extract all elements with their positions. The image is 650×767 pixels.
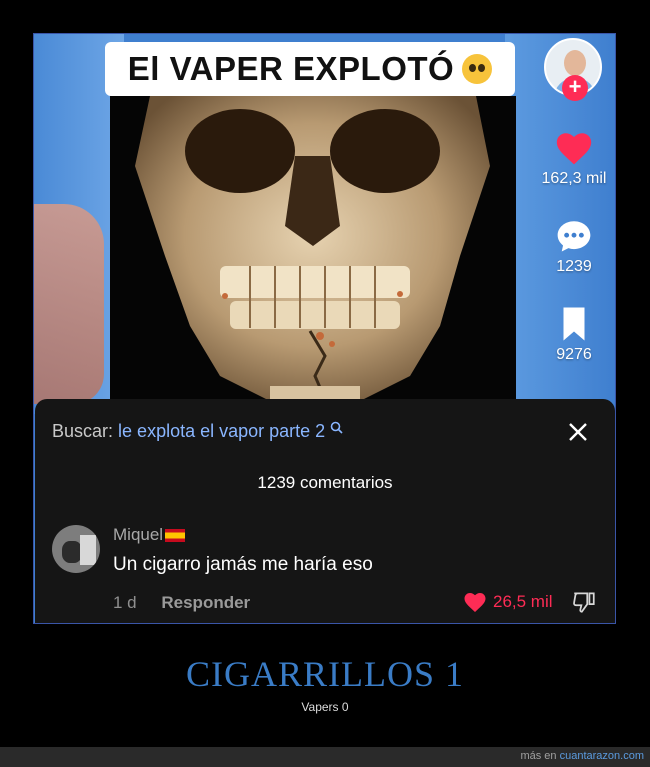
save-count: 9276: [556, 346, 592, 363]
search-query-link[interactable]: le explota el vapor parte 2: [118, 421, 325, 441]
meme-caption-subtitle: Vapers 0: [301, 700, 349, 714]
search-label: Buscar:: [52, 421, 114, 441]
background-hand: [34, 204, 104, 404]
like-count: 162,3 mil: [541, 170, 607, 187]
heart-icon: [556, 133, 592, 165]
search-suggestion[interactable]: Buscar: le explota el vapor parte 2: [52, 421, 344, 442]
comment-time: 1 d: [113, 593, 137, 612]
dislike-icon[interactable]: [571, 589, 597, 615]
like-button[interactable]: 162,3 mil: [534, 130, 614, 188]
meme-caption-title: CIGARRILLOS 1: [185, 654, 464, 694]
save-button[interactable]: 9276: [534, 306, 614, 364]
spain-flag-icon: [165, 529, 186, 543]
footer-credit: más en cuantarazon.com: [520, 750, 644, 762]
comment-author[interactable]: Miquel: [113, 525, 186, 545]
site-link[interactable]: cuantarazon.com: [560, 750, 644, 762]
commenter-avatar[interactable]: [52, 525, 100, 573]
comment-meta: 1 d Responder: [113, 593, 250, 613]
comment-count: 1239: [556, 258, 592, 275]
comment-bubble-icon: [557, 221, 591, 252]
pleading-face-emoji-icon: [462, 54, 493, 84]
video-title: El VAPER EXPLOTÓ: [127, 50, 455, 87]
skull-ct-scan-image: [110, 96, 516, 414]
comment-like-count: 26,5 mil: [493, 592, 553, 611]
reply-button[interactable]: Responder: [161, 593, 250, 612]
video-title-banner: El VAPER EXPLOTÓ: [105, 42, 515, 96]
comment-text: Un cigarro jamás me haría eso: [113, 554, 373, 575]
close-icon[interactable]: [567, 421, 589, 443]
comment-like-button[interactable]: 26,5 mil: [463, 591, 553, 613]
heart-icon: [464, 593, 486, 612]
search-icon: [330, 421, 343, 434]
follow-plus-icon[interactable]: +: [562, 75, 588, 101]
bookmark-icon: [563, 307, 585, 341]
comments-sheet: Buscar: le explota el vapor parte 2 1239…: [35, 399, 615, 623]
site-footer: más en cuantarazon.com: [0, 747, 650, 767]
comment-button[interactable]: 1239: [534, 218, 614, 276]
comments-total: 1239 comentarios: [257, 473, 393, 492]
tiktok-screenshot: El VAPER EXPLOTÓ + 162,3 mil 1239 9276 B…: [33, 33, 616, 624]
